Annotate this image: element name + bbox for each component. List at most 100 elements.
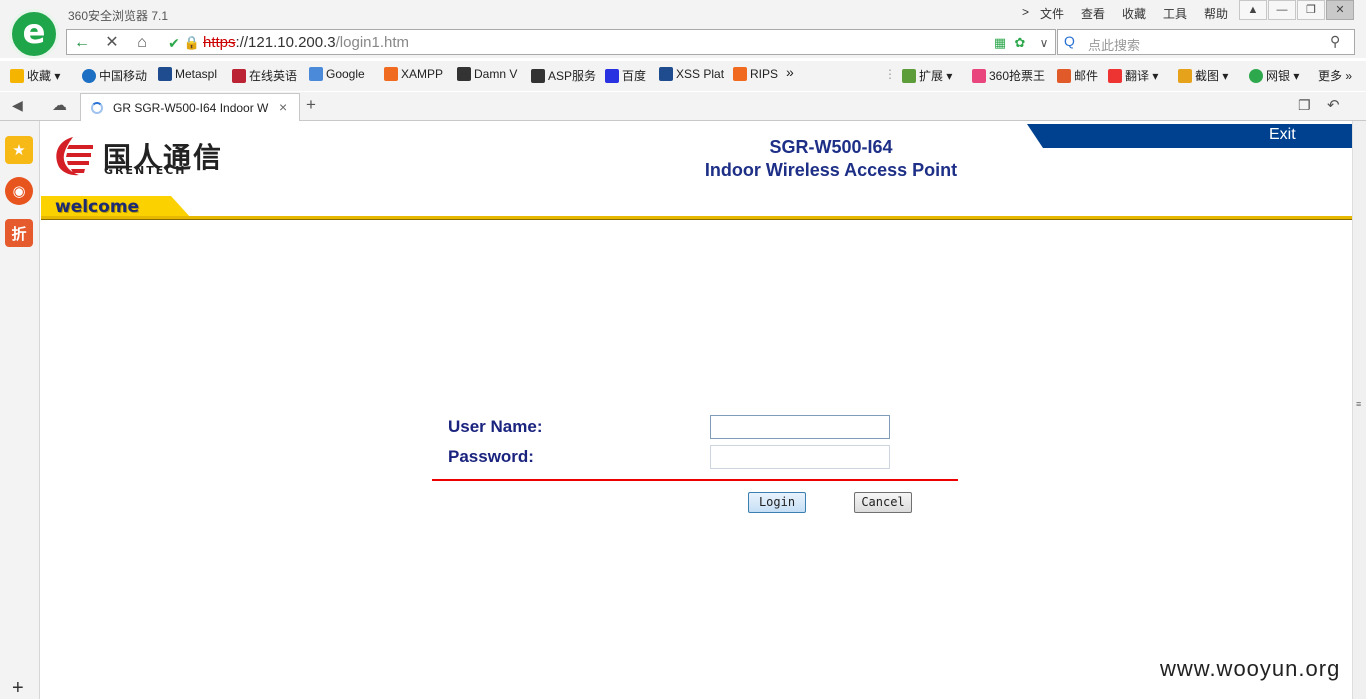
grentech-logo-icon xyxy=(56,137,93,176)
username-input[interactable] xyxy=(710,415,890,439)
bookmark-label: RIPS xyxy=(750,67,779,81)
app-title: 360安全浏览器 7.1 xyxy=(68,9,169,23)
bookmark-xss-platform[interactable]: XSS Plat xyxy=(659,67,724,81)
tab-close-icon[interactable]: × xyxy=(279,99,287,115)
stop-icon[interactable]: ✕ xyxy=(99,32,125,54)
ticket-grabber-button[interactable]: 360抢票王 xyxy=(972,67,1045,84)
bookmark-label: 百度 xyxy=(622,69,647,83)
bookmark-google[interactable]: Google xyxy=(309,67,365,81)
tab-list-icon[interactable]: ❐ xyxy=(1298,97,1311,114)
menu-tools[interactable]: 工具 xyxy=(1163,5,1187,22)
address-dropdown-icon[interactable]: ∨ xyxy=(1031,32,1057,54)
minimize-button[interactable]: — xyxy=(1268,0,1296,20)
product-model: SGR-W500-I64 xyxy=(769,137,893,157)
favorites-star-icon[interactable]: ★ xyxy=(5,136,33,164)
discount-icon[interactable]: 折 xyxy=(5,219,33,247)
url-path: /login1.htm xyxy=(335,34,410,51)
bookmark-label: XAMPP xyxy=(401,67,444,81)
back-arrow-icon[interactable]: ← xyxy=(69,32,95,54)
bookmark-asp-service[interactable]: ASP服务 xyxy=(531,67,596,84)
menu-file[interactable]: 文件 xyxy=(1040,5,1064,22)
url-host: 121.10.200.3 xyxy=(248,34,336,51)
cloud-icon[interactable]: ☁ xyxy=(52,96,67,114)
tab-title: GR SGR-W500-I64 Indoor W xyxy=(113,101,269,115)
cancel-button[interactable]: Cancel xyxy=(854,492,912,513)
home-icon[interactable]: ⌂ xyxy=(129,32,155,54)
title-bar: 360安全浏览器 7.1 > 文件 查看 收藏 工具 帮助 ▲ — ❐ ✕ xyxy=(0,0,1366,28)
bookmark-baidu[interactable]: 百度 xyxy=(605,67,646,84)
password-input[interactable] xyxy=(710,445,890,469)
bookmarks-overflow-icon[interactable]: » xyxy=(786,64,794,80)
translate-icon xyxy=(1108,69,1122,83)
skin-shirt-icon[interactable]: ▲ xyxy=(1239,0,1267,20)
url-separator: :// xyxy=(235,34,249,51)
toolbar-label: 邮件 xyxy=(1074,69,1099,83)
loading-spinner-icon xyxy=(91,102,103,114)
undo-close-icon[interactable]: ↶ xyxy=(1327,96,1340,114)
tab-active[interactable]: GR SGR-W500-I64 Indoor W × xyxy=(80,93,300,122)
url-scheme: https xyxy=(203,34,236,51)
browser-logo-icon[interactable]: e xyxy=(9,9,59,59)
restore-button[interactable]: ❐ xyxy=(1297,0,1325,20)
username-label: User Name: xyxy=(448,417,543,436)
translate-button[interactable]: 翻译 ▾ xyxy=(1108,67,1158,84)
exit-banner xyxy=(1027,124,1352,148)
toolbar-label: 截图 xyxy=(1195,69,1220,83)
search-icon[interactable]: ⚲ xyxy=(1330,33,1340,50)
address-bar[interactable]: ← ✕ ⌂ ✔ 🔒 https://121.10.200.3/login1.ht… xyxy=(66,29,1056,55)
extensions-button[interactable]: 扩展 ▾ xyxy=(902,67,952,84)
bookmark-label: 中国移动 xyxy=(99,69,148,83)
online-banking-button[interactable]: 网银 ▾ xyxy=(1249,67,1299,84)
exit-link[interactable]: Exit xyxy=(1269,126,1296,144)
bookmark-label: Metaspl xyxy=(175,67,218,81)
xampp-icon xyxy=(384,67,398,81)
bookmarks-bar: 收藏 ▾ 中国移动 Metaspl 在线英语 Google XAMPP Damn… xyxy=(0,61,1366,91)
sidebar-add-icon[interactable]: + xyxy=(12,677,24,699)
scissors-icon xyxy=(1178,69,1192,83)
rips-icon xyxy=(733,67,747,81)
search-box[interactable]: Q 点此搜索 ⚲ xyxy=(1057,29,1355,55)
toolbar-label: 扩展 xyxy=(919,69,944,83)
bookmark-dvwa[interactable]: Damn V xyxy=(457,67,517,81)
google-translate-icon xyxy=(309,67,323,81)
more-button[interactable]: 更多 » xyxy=(1318,67,1352,84)
china-mobile-icon xyxy=(82,69,96,83)
scrollbar-grip-icon: ≡ xyxy=(1356,399,1362,409)
bookmark-xampp[interactable]: XAMPP xyxy=(384,67,443,81)
broken-lock-icon[interactable]: 🔒 xyxy=(179,32,205,54)
brand-name-en: GRENTECH xyxy=(104,164,187,177)
form-divider xyxy=(432,479,958,481)
extensions-grid-icon xyxy=(902,69,916,83)
new-tab-icon[interactable]: + xyxy=(306,95,316,115)
url-text[interactable]: https://121.10.200.3/login1.htm xyxy=(203,34,409,51)
mail-button[interactable]: 邮件 xyxy=(1057,67,1098,84)
menu-help[interactable]: 帮助 xyxy=(1204,5,1228,22)
search-input[interactable]: 点此搜索 xyxy=(1088,35,1140,54)
screenshot-button[interactable]: 截图 ▾ xyxy=(1178,67,1228,84)
navigation-bar: ← ✕ ⌂ ✔ 🔒 https://121.10.200.3/login1.ht… xyxy=(0,28,1366,58)
mail-icon xyxy=(1057,69,1071,83)
toolbar-grip-icon: ⋮ xyxy=(884,67,896,81)
ie-mode-icon[interactable]: ✿ xyxy=(1007,32,1033,54)
menu-favorites[interactable]: 收藏 xyxy=(1122,5,1146,22)
sidebar-toggle-icon[interactable]: ◀ xyxy=(12,97,23,114)
watermark: www.wooyun.org xyxy=(1160,656,1341,681)
menu-chevron-icon[interactable]: > xyxy=(1022,5,1029,19)
menu-view[interactable]: 查看 xyxy=(1081,5,1105,22)
bookmark-metasploit[interactable]: Metaspl xyxy=(158,67,217,81)
close-window-button[interactable]: ✕ xyxy=(1326,0,1354,20)
search-engine-icon[interactable]: Q xyxy=(1064,33,1075,49)
weibo-icon[interactable]: ◉ xyxy=(5,177,33,205)
sidebar: ★ ◉ 折 + xyxy=(0,121,40,699)
vertical-scrollbar[interactable]: ≡ xyxy=(1352,121,1366,699)
toolbar-label: 360抢票王 xyxy=(989,69,1046,83)
bookmark-favorites[interactable]: 收藏 ▾ xyxy=(10,67,60,84)
login-button[interactable]: Login xyxy=(748,492,806,513)
ticket-icon xyxy=(972,69,986,83)
bookmark-online-english[interactable]: 在线英语 xyxy=(232,67,297,84)
bookmark-label: Google xyxy=(326,67,365,81)
baidu-paw-icon xyxy=(605,69,619,83)
bookmark-rips[interactable]: RIPS xyxy=(733,67,778,81)
tab-bar: ◀ ☁ GR SGR-W500-I64 Indoor W × + ❐ ↶ xyxy=(0,92,1366,122)
bookmark-china-mobile[interactable]: 中国移动 xyxy=(82,67,147,84)
